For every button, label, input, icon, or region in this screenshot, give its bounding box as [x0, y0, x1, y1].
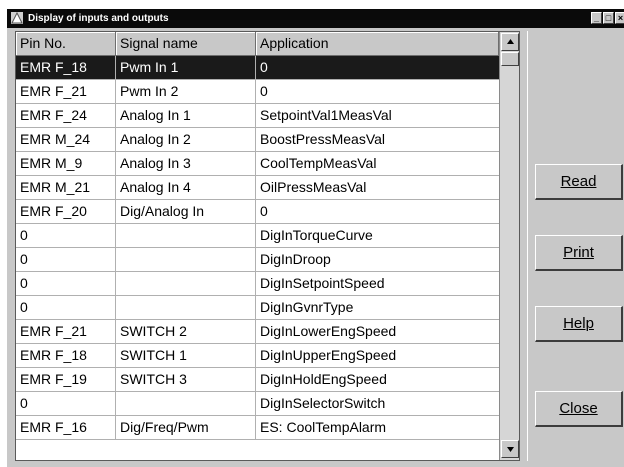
pin-no-cell: EMR M_24 — [16, 128, 116, 151]
application-cell: DigInUpperEngSpeed — [260, 347, 397, 363]
signal-name-cell: Dig/Freq/Pwm — [116, 416, 256, 439]
application-cell: CoolTempMeasVal — [260, 155, 377, 171]
table-row[interactable]: 0 DigInSetpointSpeed — [16, 272, 499, 296]
pin-no-cell: 0 — [16, 248, 116, 271]
signal-name-cell: SWITCH 2 — [116, 320, 256, 343]
signal-name-cell: Pwm In 1 — [116, 56, 256, 79]
table-row[interactable]: EMR M_24 Analog In 2 BoostPressMeasVal — [16, 128, 499, 152]
signal-name-cell: Pwm In 2 — [116, 80, 256, 103]
table-row[interactable]: EMR F_21 Pwm In 20 — [16, 80, 499, 104]
table-row[interactable]: 0 DigInDroop — [16, 248, 499, 272]
signal-name-cell — [116, 272, 256, 295]
table-row[interactable]: EMR F_18 Pwm In 10 — [16, 56, 499, 80]
application-cell: 0 — [260, 83, 268, 99]
table-row[interactable]: 0 DigInSelectorSwitch — [16, 392, 499, 416]
print-button[interactable]: Print — [535, 235, 623, 271]
signal-name-cell — [116, 248, 256, 271]
table-row[interactable]: EMR M_9 Analog In 3 CoolTempMeasVal — [16, 152, 499, 176]
table-row[interactable]: EMR F_24 Analog In 1 SetpointVal1MeasVal — [16, 104, 499, 128]
signal-name-cell: SWITCH 3 — [116, 368, 256, 391]
application-cell: BoostPressMeasVal — [260, 131, 386, 147]
pin-no-cell: EMR F_19 — [16, 368, 116, 391]
column-header-application[interactable]: Application — [256, 32, 499, 56]
pin-no-cell: EMR F_20 — [16, 200, 116, 223]
minimize-button[interactable]: _ — [591, 12, 602, 24]
scroll-down-button[interactable] — [501, 440, 519, 458]
pin-no-cell: 0 — [16, 296, 116, 319]
read-button[interactable]: Read — [535, 164, 623, 200]
app-icon — [11, 12, 23, 24]
pin-no-cell: EMR M_21 — [16, 176, 116, 199]
pin-no-cell: 0 — [16, 392, 116, 415]
table-row[interactable]: EMR F_19 SWITCH 3 DigInHoldEngSpeed — [16, 368, 499, 392]
table-row[interactable]: 0 DigInTorqueCurve — [16, 224, 499, 248]
column-header-pin-no[interactable]: Pin No. — [16, 32, 116, 56]
io-table[interactable]: Pin No. Signal name Application EMR F_18… — [15, 31, 520, 461]
application-cell: DigInGvnrType — [260, 299, 354, 315]
pin-no-cell: EMR F_18 — [16, 56, 116, 79]
application-cell: ES: CoolTempAlarm — [260, 419, 387, 435]
table-row[interactable]: 0 DigInGvnrType — [16, 296, 499, 320]
pin-no-cell: EMR M_9 — [16, 152, 116, 175]
signal-name-cell: Dig/Analog In — [116, 200, 256, 223]
maximize-button[interactable]: □ — [603, 12, 614, 24]
signal-name-cell — [116, 392, 256, 415]
table-body: EMR F_18 Pwm In 1 0 EMR F_21 Pwm In 2 0 EMR F_… — [16, 56, 499, 440]
arrow-up-icon — [507, 39, 514, 44]
application-cell: OilPressMeasVal — [260, 179, 367, 195]
pin-no-cell: 0 — [16, 272, 116, 295]
table-row[interactable]: EMR M_21 Analog In 4 OilPressMeasVal — [16, 176, 499, 200]
pin-no-cell: 0 — [16, 224, 116, 247]
title-bar: Display of inputs and outputs _ □ × — [7, 9, 624, 28]
signal-name-cell — [116, 296, 256, 319]
table-row[interactable]: EMR F_16 Dig/Freq/Pwm ES: CoolTempAlarm — [16, 416, 499, 440]
pin-no-cell: EMR F_21 — [16, 80, 116, 103]
column-header-signal-name[interactable]: Signal name — [116, 32, 256, 56]
application-cell: 0 — [260, 203, 268, 219]
signal-name-cell: Analog In 3 — [116, 152, 256, 175]
help-button[interactable]: Help — [535, 306, 623, 342]
signal-name-cell: Analog In 4 — [116, 176, 256, 199]
application-cell: SetpointVal1MeasVal — [260, 107, 392, 123]
pin-no-cell: EMR F_16 — [16, 416, 116, 439]
table-row[interactable]: EMR F_21 SWITCH 2 DigInLowerEngSpeed — [16, 320, 499, 344]
pin-no-cell: EMR F_21 — [16, 320, 116, 343]
main-window: Display of inputs and outputs _ □ × Pin … — [6, 8, 624, 467]
pin-no-cell: EMR F_18 — [16, 344, 116, 367]
scroll-thumb[interactable] — [501, 52, 519, 66]
pin-no-cell: EMR F_24 — [16, 104, 116, 127]
window-title: Display of inputs and outputs — [28, 13, 169, 24]
table-row[interactable]: EMR F_20 Dig/Analog In 0 — [16, 200, 499, 224]
application-cell: 0 — [260, 59, 268, 75]
scroll-up-button[interactable] — [501, 33, 519, 51]
close-button[interactable]: Close — [535, 391, 623, 427]
signal-name-cell — [116, 224, 256, 247]
arrow-down-icon — [507, 447, 514, 452]
application-cell: DigInTorqueCurve — [260, 227, 373, 243]
application-cell: DigInHoldEngSpeed — [260, 371, 387, 387]
application-cell: DigInSelectorSwitch — [260, 395, 386, 411]
application-cell: DigInDroop — [260, 251, 331, 267]
signal-name-cell: SWITCH 1 — [116, 344, 256, 367]
close-window-button[interactable]: × — [615, 12, 624, 24]
table-row[interactable]: EMR F_18 SWITCH 1 DigInUpperEngSpeed — [16, 344, 499, 368]
vertical-scrollbar[interactable] — [499, 32, 519, 460]
application-cell: DigInLowerEngSpeed — [260, 323, 397, 339]
signal-name-cell: Analog In 1 — [116, 104, 256, 127]
application-cell: DigInSetpointSpeed — [260, 275, 385, 291]
signal-name-cell: Analog In 2 — [116, 128, 256, 151]
